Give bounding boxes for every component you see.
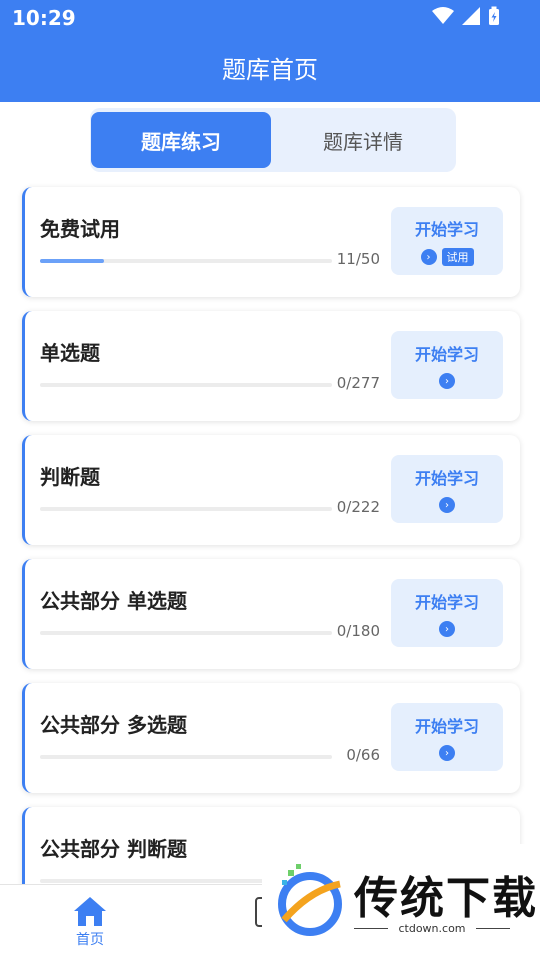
- start-study-button[interactable]: 开始学习 ›: [391, 455, 503, 523]
- watermark-site: ctdown.com: [398, 922, 466, 935]
- card-title: 公共部分 单选题: [40, 589, 187, 613]
- progress-count: 0/66: [346, 746, 380, 764]
- question-bank-list: 免费试用 11/50 开始学习 › 试用 单选题 0/277 开始学习 › 判断…: [22, 187, 520, 884]
- start-study-label: 开始学习: [414, 469, 479, 488]
- status-icons: [432, 6, 500, 26]
- wifi-icon: [432, 7, 454, 24]
- nav-home[interactable]: 首页: [60, 895, 120, 949]
- list-item[interactable]: 免费试用 11/50 开始学习 › 试用: [22, 187, 520, 297]
- list-item[interactable]: 判断题 0/222 开始学习 ›: [22, 435, 520, 545]
- progress-bar: [40, 507, 332, 511]
- home-icon: [74, 897, 106, 926]
- card-title: 判断题: [40, 465, 100, 489]
- battery-icon: [489, 6, 499, 25]
- start-study-button[interactable]: 开始学习 ›: [391, 703, 503, 771]
- start-study-button[interactable]: 开始学习 › 试用: [391, 207, 503, 275]
- tab-practice[interactable]: 题库练习: [91, 112, 271, 168]
- watermark-logo: [278, 864, 342, 936]
- tab-details[interactable]: 题库详情: [273, 112, 453, 168]
- chevron-right-icon: ›: [439, 745, 455, 761]
- card-title: 公共部分 判断题: [40, 837, 187, 861]
- progress-fill: [40, 259, 105, 263]
- list-item[interactable]: 公共部分 单选题 0/180 开始学习 ›: [22, 559, 520, 669]
- chevron-right-icon: ›: [439, 621, 455, 637]
- progress-count: 0/222: [336, 498, 380, 516]
- list-item[interactable]: 单选题 0/277 开始学习 ›: [22, 311, 520, 421]
- start-study-label: 开始学习: [414, 593, 479, 612]
- progress-count: 0/180: [336, 622, 380, 640]
- status-time: 10:29: [12, 6, 76, 30]
- app-header: 10:29 题库首页: [0, 0, 540, 102]
- start-study-label: 开始学习: [414, 220, 479, 239]
- card-title: 单选题: [40, 341, 100, 365]
- chevron-right-icon: ›: [439, 497, 455, 513]
- card-title: 公共部分 多选题: [40, 713, 187, 737]
- trial-badge: 试用: [441, 248, 474, 266]
- chevron-right-icon: ›: [420, 249, 437, 265]
- start-study-label: 开始学习: [414, 717, 479, 736]
- page-title: 题库首页: [222, 56, 318, 84]
- nav-home-label: 首页: [76, 932, 104, 948]
- progress-bar: [40, 259, 332, 263]
- start-study-label: 开始学习: [414, 345, 479, 364]
- progress-bar: [40, 631, 332, 635]
- watermark: 传统下载 ctdown.com: [262, 844, 540, 960]
- list-item[interactable]: 公共部分 多选题 0/66 开始学习 ›: [22, 683, 520, 793]
- progress-bar: [40, 755, 332, 759]
- tab-bar: 题库练习 题库详情: [90, 108, 456, 172]
- watermark-brand: 传统下载: [354, 873, 538, 924]
- chevron-right-icon: ›: [439, 373, 455, 389]
- signal-icon: [462, 7, 480, 25]
- main-content: 题库练习 题库详情 免费试用 11/50 开始学习 › 试用 单选题 0/277…: [0, 102, 540, 884]
- start-study-button[interactable]: 开始学习 ›: [391, 331, 503, 399]
- progress-count: 0/277: [336, 374, 380, 392]
- card-title: 免费试用: [40, 217, 120, 241]
- progress-bar: [40, 383, 332, 387]
- start-study-button[interactable]: 开始学习 ›: [391, 579, 503, 647]
- progress-count: 11/50: [336, 250, 380, 268]
